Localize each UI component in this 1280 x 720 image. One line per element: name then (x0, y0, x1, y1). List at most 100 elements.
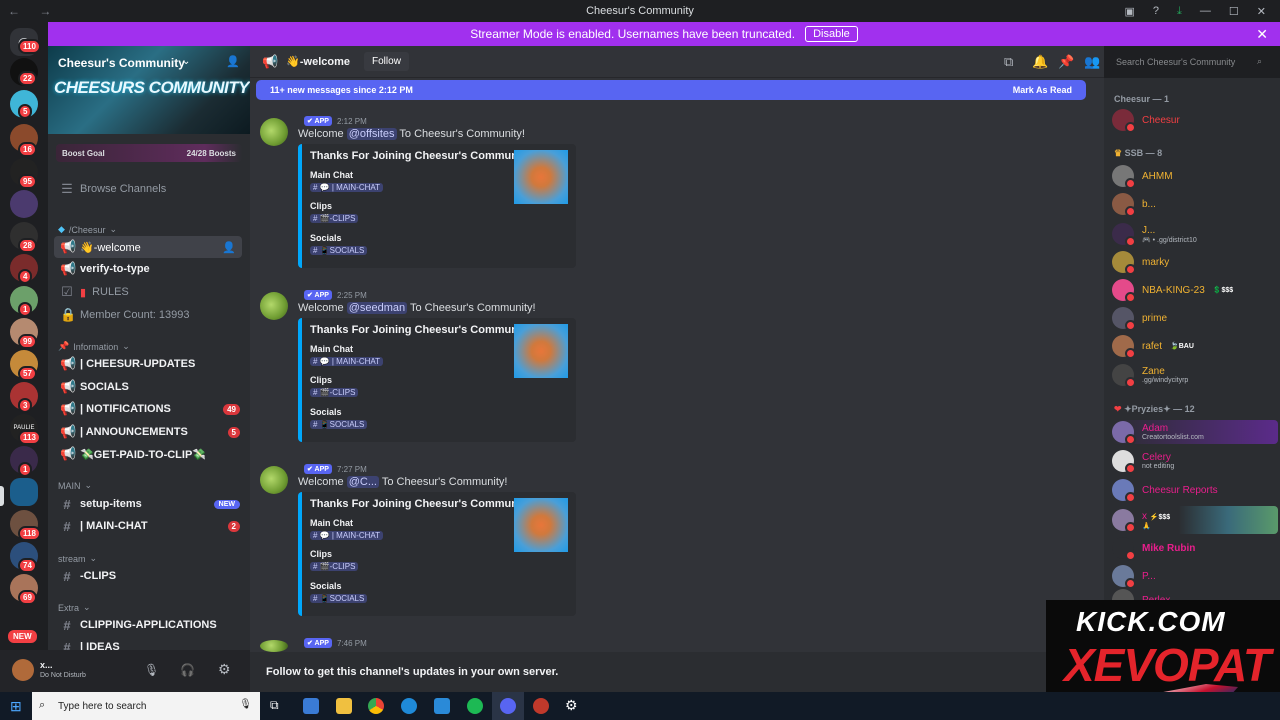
bell-icon[interactable]: 🔔 (1032, 54, 1048, 70)
add-member-icon[interactable]: 👤 (226, 55, 240, 68)
member-item[interactable]: Cheesur Reports (1112, 478, 1278, 503)
edge-icon[interactable] (401, 698, 417, 714)
settings-icon[interactable]: ⚙ (565, 697, 581, 713)
microphone-icon[interactable]: 🎙 (239, 699, 252, 710)
channel-get-paid[interactable]: 📢 💸GET-PAID-TO-CLIP💸 (48, 443, 250, 465)
channel-clips[interactable]: # -CLIPS (48, 565, 250, 587)
avatar[interactable] (260, 118, 288, 146)
server-icon[interactable] (10, 190, 38, 218)
channel-link[interactable]: # 🎬-CLIPS (310, 214, 359, 223)
channel-announcements[interactable]: 📢 | ANNOUNCEMENTS 5 (48, 421, 250, 443)
server-icon-cheesur[interactable] (10, 478, 38, 506)
member-item[interactable]: marky (1112, 250, 1278, 275)
chevron-down-icon[interactable]: ⌄ (182, 56, 190, 67)
invite-icon[interactable]: 👤 (222, 241, 236, 254)
embed-thumbnail[interactable] (514, 324, 568, 378)
mark-as-read-button[interactable]: Mark As Read (1013, 85, 1072, 95)
channel-notifications[interactable]: 📢 | NOTIFICATIONS 49 (48, 398, 250, 420)
category-cheesur[interactable]: ◆/Cheesur ⌄ (58, 224, 117, 235)
channel-link[interactable]: # 🎬-CLIPS (310, 562, 359, 571)
close-icon[interactable]: ✕ (1256, 26, 1268, 43)
mail-icon[interactable] (434, 698, 450, 714)
file-explorer-icon[interactable] (336, 698, 352, 714)
member-item[interactable]: x ⚡$$$ 🙏 (1112, 506, 1278, 534)
channel-cheesur-updates[interactable]: 📢 | CHEESUR-UPDATES (48, 353, 250, 375)
channel-link[interactable]: # 🎬-CLIPS (310, 388, 359, 397)
search-input[interactable]: Search Cheesur's Community ⌕ (1112, 52, 1268, 72)
member-item[interactable]: prime (1112, 306, 1278, 331)
avatar[interactable] (12, 659, 34, 681)
avatar[interactable] (260, 292, 288, 320)
embed-field-title: Main Chat (310, 518, 354, 528)
spotify-icon[interactable] (467, 698, 483, 714)
help-icon[interactable]: ? (1153, 5, 1159, 17)
channel-link[interactable]: # 💬 | MAIN-CHAT (310, 531, 384, 540)
follow-button[interactable]: Follow (364, 52, 409, 71)
pin-icon[interactable]: 📌 (1058, 54, 1074, 70)
channel-label: verify-to-type (80, 263, 150, 275)
channel-socials[interactable]: 📢 SOCIALS (48, 376, 250, 398)
category-stream[interactable]: stream ⌄ (58, 553, 97, 564)
avatar (1112, 537, 1136, 561)
channel-link[interactable]: # 💬 | MAIN-CHAT (310, 183, 384, 192)
channel-link[interactable]: # 📱SOCIALS (310, 420, 368, 429)
member-item[interactable]: Zane .gg/windycityrp (1112, 363, 1278, 388)
member-item[interactable]: rafet 🍃BAU (1112, 334, 1278, 359)
user-mention[interactable]: @seedman (346, 302, 408, 314)
threads-icon[interactable]: ⧉ (1004, 54, 1013, 70)
member-item[interactable]: Celery not editing (1112, 449, 1278, 474)
download-icon[interactable]: ⤓ (1177, 5, 1182, 18)
member-item[interactable]: Mike Rubin (1112, 536, 1278, 561)
app-icon[interactable] (533, 698, 549, 714)
member-item[interactable]: Cheesur (1112, 108, 1278, 133)
channel-link[interactable]: # 💬 | MAIN-CHAT (310, 357, 384, 366)
channel-main-chat[interactable]: # | MAIN-CHAT 2 (48, 515, 250, 537)
user-panel: x... Do Not Disturb 🎙 🎧 ⚙ (0, 650, 250, 692)
embed-thumbnail[interactable] (514, 498, 568, 552)
category-extra[interactable]: Extra ⌄ (58, 602, 91, 613)
discord-icon[interactable] (500, 698, 516, 714)
member-item[interactable]: AHMM (1112, 164, 1278, 189)
members-icon[interactable]: 👥 (1084, 54, 1100, 70)
channel-verify[interactable]: 📢 verify-to-type (48, 258, 250, 280)
inbox-icon[interactable]: ▣ (1125, 5, 1135, 18)
channel-ideas[interactable]: # | IDEAS (48, 636, 250, 651)
taskbar-search-input[interactable]: ⌕ Type here to search 🎙 (32, 692, 260, 720)
member-item[interactable]: J... 🎮 • .gg/district10 (1112, 222, 1278, 247)
gear-icon[interactable]: ⚙ (218, 661, 231, 678)
user-mention[interactable]: @offsites (346, 128, 397, 140)
chrome-icon[interactable] (368, 698, 384, 714)
close-window-icon[interactable]: ✕ (1257, 5, 1266, 18)
browse-channels[interactable]: ☰ Browse Channels (48, 178, 250, 200)
category-information[interactable]: 📌 Information ⌄ (58, 341, 130, 352)
avatar[interactable] (260, 466, 288, 494)
server-banner[interactable]: Cheesur's Community ⌄ 👤 CHEESURS COMMUNI… (48, 46, 250, 134)
member-item[interactable]: NBA-KING-23 💲$$$ (1112, 278, 1278, 303)
boost-goal-bar[interactable]: Boost Goal 24/28 Boosts (56, 144, 242, 162)
task-view-icon[interactable]: ⧉ (270, 698, 286, 714)
username[interactable]: x... (40, 660, 53, 670)
channel-link[interactable]: # 📱SOCIALS (310, 246, 368, 255)
avatar[interactable] (260, 640, 288, 652)
microphone-icon[interactable]: 🎙 (144, 663, 159, 677)
channel-member-count[interactable]: 🔒 Member Count: 13993 (48, 304, 250, 326)
channel-link[interactable]: # 📱SOCIALS (310, 594, 368, 603)
embed-thumbnail[interactable] (514, 150, 568, 204)
maximize-icon[interactable]: ☐ (1229, 5, 1239, 18)
channel-rules[interactable]: ☑ ▮ RULES (48, 281, 250, 303)
server-name[interactable]: Cheesur's Community (58, 56, 185, 70)
store-icon[interactable] (303, 698, 319, 714)
member-item[interactable]: b... (1112, 192, 1278, 217)
channel-welcome[interactable]: 📢 👋-welcome 👤 (54, 236, 242, 258)
headphones-icon[interactable]: 🎧 (180, 663, 195, 677)
disable-button[interactable]: Disable (805, 26, 858, 42)
channel-clipping-applications[interactable]: # CLIPPING-APPLICATIONS (48, 614, 250, 636)
member-item[interactable]: P... (1112, 564, 1278, 589)
user-mention[interactable]: @C... (346, 476, 379, 488)
category-main[interactable]: MAIN ⌄ (58, 480, 92, 491)
minimize-icon[interactable]: — (1200, 5, 1211, 17)
member-item[interactable]: Adam Creatortoolslist.com (1112, 420, 1278, 445)
windows-start-icon[interactable]: ⊞ (10, 698, 22, 715)
new-messages-bar[interactable]: 11+ new messages since 2:12 PM Mark As R… (256, 80, 1086, 100)
channel-setup-items[interactable]: # setup-items NEW (48, 493, 250, 515)
